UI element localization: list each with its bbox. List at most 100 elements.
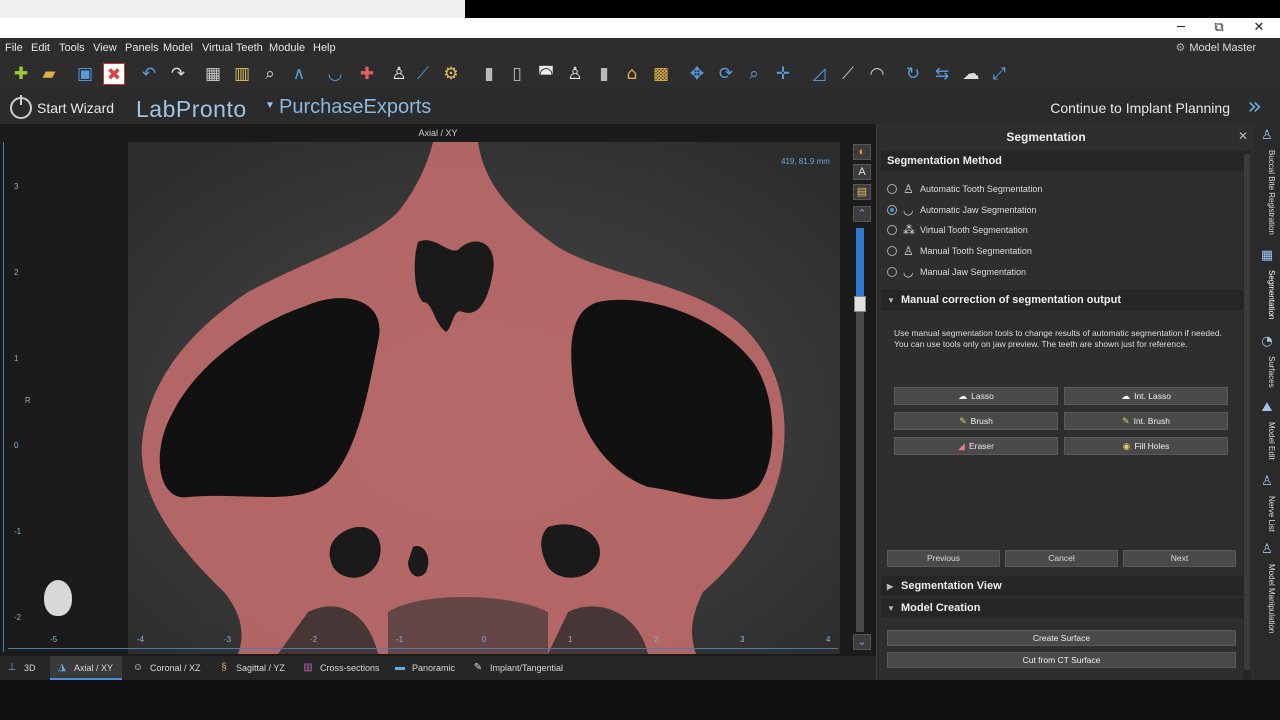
cancel-button[interactable]: Cancel: [1005, 550, 1118, 567]
menu-file[interactable]: File: [5, 42, 23, 54]
segmentation-view-header[interactable]: ▶ Segmentation View: [881, 576, 1243, 596]
annotation-icon[interactable]: A: [853, 164, 871, 180]
eraser-button[interactable]: ◢ Eraser: [894, 437, 1058, 455]
menu-edit[interactable]: Edit: [31, 42, 50, 54]
magnifier-icon[interactable]: ⌕: [259, 63, 281, 85]
crown-icon[interactable]: ♙: [564, 63, 586, 85]
tab-panoramic[interactable]: ▬ Panoramic: [388, 656, 460, 680]
minimize-button[interactable]: ─: [1162, 18, 1200, 38]
abutment-icon[interactable]: ▯: [506, 63, 528, 85]
menu-module[interactable]: Module: [269, 42, 305, 54]
fullscreen-icon[interactable]: ⤢: [988, 63, 1010, 85]
maximize-button[interactable]: ⧉: [1200, 18, 1238, 38]
slice-slider-handle[interactable]: [854, 295, 866, 312]
slice-down-icon[interactable]: ⌄: [853, 634, 871, 650]
tab-cross-sections[interactable]: ▥ Cross-sections: [296, 656, 382, 680]
next-button[interactable]: Next: [1123, 550, 1236, 567]
model-manipulation-icon[interactable]: ♙: [1259, 542, 1275, 558]
settings-icon[interactable]: ⚙: [440, 63, 462, 85]
bite-registration-icon[interactable]: ♙: [1259, 128, 1275, 144]
tab-model-manipulation[interactable]: Model Manipulation: [1258, 564, 1276, 644]
lock-icon[interactable]: ▩: [650, 63, 672, 85]
power-icon[interactable]: [10, 95, 32, 119]
zoom-icon[interactable]: ⌕: [743, 63, 765, 85]
align-icon[interactable]: ⇆: [931, 63, 953, 85]
protractor-icon[interactable]: ◠: [866, 63, 888, 85]
add-tooth-icon[interactable]: ✚: [356, 63, 378, 85]
orientation-head-icon[interactable]: [44, 580, 72, 616]
panel-scrollbar-thumb[interactable]: [1244, 154, 1250, 670]
undo-icon[interactable]: ↶: [138, 63, 160, 85]
save-icon[interactable]: ▣: [74, 63, 96, 85]
tab-3d[interactable]: ⊥ 3D: [0, 656, 46, 680]
surfaces-icon[interactable]: ◔: [1259, 334, 1275, 350]
close-button[interactable]: ✕: [1240, 18, 1278, 38]
nerve-icon[interactable]: ⟋: [412, 63, 434, 85]
radio-button[interactable]: [887, 246, 897, 256]
tab-buccal-bite-registration[interactable]: Buccal Bite Registration: [1258, 150, 1276, 240]
menu-panels[interactable]: Panels: [125, 42, 159, 54]
mode-selector[interactable]: ⚙ Model Master: [1175, 41, 1256, 54]
arch-icon[interactable]: ◡: [324, 63, 346, 85]
pan-icon[interactable]: ✥: [686, 63, 708, 85]
tab-coronal[interactable]: ☺ Coronal / XZ: [126, 656, 206, 680]
radio-button-selected[interactable]: [887, 205, 897, 215]
close-icon[interactable]: ✕: [1238, 129, 1248, 143]
radio-button[interactable]: [887, 184, 897, 194]
nerve-list-icon[interactable]: ♙: [1259, 474, 1275, 490]
tab-axial[interactable]: ◮ Axial / XY: [50, 656, 122, 680]
cloud-icon[interactable]: ☁: [960, 63, 982, 85]
guide-icon[interactable]: ⌂: [621, 63, 643, 85]
close-file-icon[interactable]: ✖: [103, 63, 125, 85]
profile-icon[interactable]: ◿: [808, 63, 830, 85]
redo-icon[interactable]: ↷: [167, 63, 189, 85]
brush-button[interactable]: ✎ Brush: [894, 412, 1058, 430]
create-surface-button[interactable]: Create Surface: [887, 630, 1236, 646]
method-section-header[interactable]: Segmentation Method: [881, 151, 1243, 171]
ruler-icon[interactable]: ▥: [231, 63, 253, 85]
int-lasso-button[interactable]: ☁ Int. Lasso: [1064, 387, 1228, 405]
tab-segmentation[interactable]: Segmentation: [1258, 270, 1276, 330]
menu-tools[interactable]: Tools: [59, 42, 85, 54]
sleeve-icon[interactable]: ▮: [593, 63, 615, 85]
reset-view-icon[interactable]: ↻: [902, 63, 924, 85]
radio-button[interactable]: [887, 225, 897, 235]
tab-nerve-list[interactable]: Nerve List: [1258, 496, 1276, 540]
brightness-icon[interactable]: ◐: [853, 144, 871, 160]
start-wizard-button[interactable]: Start Wizard: [37, 100, 114, 116]
continue-button[interactable]: Continue to Implant Planning: [1050, 100, 1230, 116]
distance-icon[interactable]: ⟋: [837, 63, 859, 85]
fill-holes-button[interactable]: ◉ Fill Holes: [1064, 437, 1228, 455]
lasso-button[interactable]: ☁ Lasso: [894, 387, 1058, 405]
int-brush-button[interactable]: ✎ Int. Brush: [1064, 412, 1228, 430]
camera-icon[interactable]: ▤: [853, 184, 871, 200]
brand-dropdown-icon[interactable]: ▼: [265, 100, 275, 111]
manual-correction-header[interactable]: ▼ Manual correction of segmentation outpu…: [881, 290, 1243, 310]
model-creation-header[interactable]: ▼ Model Creation: [881, 598, 1243, 618]
chevron-right-icon[interactable]: »: [1247, 92, 1262, 120]
implant-icon[interactable]: ▮: [478, 63, 500, 85]
grid-icon[interactable]: ▦: [202, 63, 224, 85]
menu-virtual-teeth[interactable]: Virtual Teeth: [202, 42, 263, 54]
model-edit-icon[interactable]: ⛰: [1259, 400, 1275, 416]
tab-implant-tangential[interactable]: ✎ Implant/Tangential: [466, 656, 570, 680]
previous-button[interactable]: Previous: [887, 550, 1000, 567]
move-icon[interactable]: ✛: [772, 63, 794, 85]
cut-from-ct-button[interactable]: Cut from CT Surface: [887, 652, 1236, 668]
radio-button[interactable]: [887, 267, 897, 277]
jaw-model-icon[interactable]: ◚: [535, 63, 557, 85]
tab-surfaces[interactable]: Surfaces: [1258, 356, 1276, 396]
axial-viewport[interactable]: Axial / XY 3 2 1 0 -1 -2 R 419, 81.9 mm …: [0, 124, 876, 656]
measure-angle-icon[interactable]: ∧: [288, 63, 310, 85]
menu-model[interactable]: Model: [163, 42, 193, 54]
tooth-icon[interactable]: ♙: [388, 63, 410, 85]
open-folder-icon[interactable]: ▰: [38, 63, 60, 85]
tab-sagittal[interactable]: § Sagittal / YZ: [212, 656, 292, 680]
ct-scan-image[interactable]: [128, 142, 840, 654]
new-icon[interactable]: ✚: [10, 63, 32, 85]
segmentation-icon[interactable]: ▦: [1259, 248, 1275, 264]
menu-view[interactable]: View: [93, 42, 117, 54]
slice-up-icon[interactable]: ⌃: [853, 206, 871, 222]
menu-help[interactable]: Help: [313, 42, 336, 54]
rotate-icon[interactable]: ⟳: [715, 63, 737, 85]
